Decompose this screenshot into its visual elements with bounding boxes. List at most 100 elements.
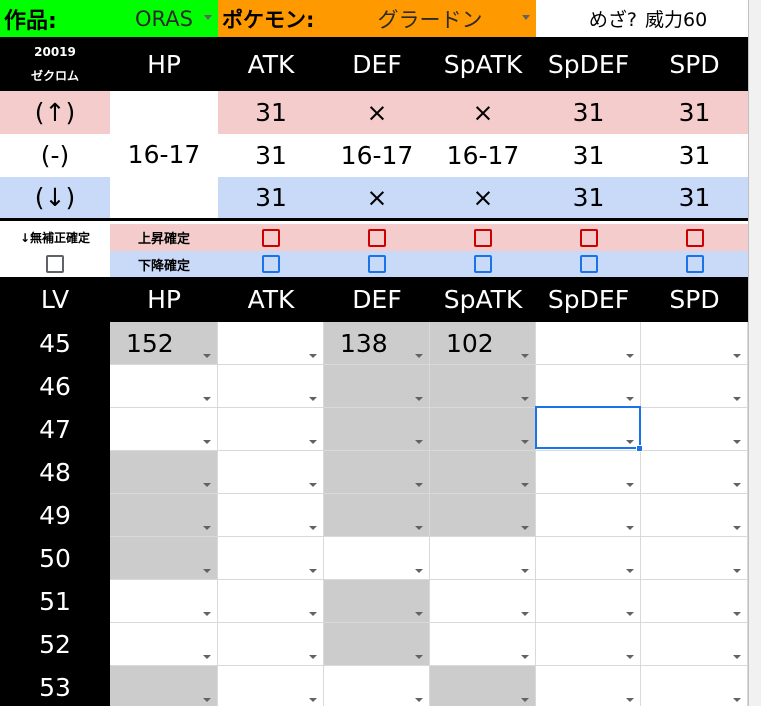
level-atk-dropdown[interactable] xyxy=(218,494,324,537)
level-spdef-dropdown[interactable] xyxy=(536,322,641,365)
level-hp-dropdown[interactable] xyxy=(110,580,218,623)
level-spatk-dropdown[interactable]: 102 xyxy=(430,322,536,365)
level-spd-dropdown[interactable] xyxy=(641,365,748,408)
level-def-dropdown[interactable] xyxy=(324,623,430,666)
level-spatk-dropdown[interactable] xyxy=(430,623,536,666)
up-spdef: 31 xyxy=(536,91,641,134)
down-confirm-def-cell[interactable] xyxy=(324,251,430,277)
up-confirm-def-cell[interactable] xyxy=(324,224,430,251)
level-def-dropdown[interactable]: 138 xyxy=(324,322,430,365)
level-hp-dropdown[interactable] xyxy=(110,623,218,666)
level-spd-dropdown[interactable] xyxy=(641,623,748,666)
level-hp-dropdown[interactable] xyxy=(110,365,218,408)
level-spdef-dropdown[interactable] xyxy=(536,666,641,706)
level-atk-dropdown[interactable] xyxy=(218,580,324,623)
down-confirm-spd-cell[interactable] xyxy=(641,251,748,277)
level-spatk-dropdown[interactable] xyxy=(430,580,536,623)
level-spatk-dropdown[interactable] xyxy=(430,494,536,537)
chevron-down-icon xyxy=(626,698,634,702)
down-confirm-atk-checkbox[interactable] xyxy=(262,255,280,273)
down-spd: 31 xyxy=(641,177,748,218)
up-confirm-spd-cell[interactable] xyxy=(641,224,748,251)
level-hp-dropdown[interactable] xyxy=(110,666,218,706)
level-hp-dropdown[interactable] xyxy=(110,537,218,580)
pokemon-select[interactable]: グラードン xyxy=(324,0,536,37)
level-atk-dropdown[interactable] xyxy=(218,408,324,451)
id-name: ゼクロム xyxy=(30,68,79,83)
level-atk-dropdown[interactable] xyxy=(218,365,324,408)
level-spd-dropdown[interactable] xyxy=(641,537,748,580)
level-spdef-dropdown[interactable] xyxy=(536,451,641,494)
level-atk-dropdown[interactable] xyxy=(218,322,324,365)
chevron-down-icon xyxy=(733,698,741,702)
level-spd-dropdown[interactable] xyxy=(641,666,748,706)
level-spd-dropdown[interactable] xyxy=(641,322,748,365)
lv-header-spd: SPD xyxy=(641,277,748,322)
up-confirm-spd-checkbox[interactable] xyxy=(685,228,704,247)
no-nature-checkbox-cell[interactable] xyxy=(0,251,110,277)
level-atk-dropdown[interactable] xyxy=(218,537,324,580)
level-def-dropdown[interactable] xyxy=(324,365,430,408)
level-spatk-dropdown[interactable] xyxy=(430,408,536,451)
level-def-dropdown[interactable] xyxy=(324,580,430,623)
down-atk: 31 xyxy=(218,177,324,218)
level-label: 46 xyxy=(0,365,110,408)
level-hp-dropdown[interactable]: 152 xyxy=(110,322,218,365)
up-def: × xyxy=(324,91,430,134)
level-spd-dropdown[interactable] xyxy=(641,451,748,494)
down-confirm-def-checkbox[interactable] xyxy=(368,255,386,273)
level-def-dropdown[interactable] xyxy=(324,666,430,706)
down-confirm-spatk-cell[interactable] xyxy=(430,251,536,277)
game-select-value: ORAS xyxy=(135,6,193,31)
level-def-dropdown[interactable] xyxy=(324,451,430,494)
chevron-down-icon xyxy=(733,397,741,401)
level-hp-dropdown[interactable] xyxy=(110,408,218,451)
level-label: 52 xyxy=(0,623,110,666)
level-spdef-dropdown[interactable] xyxy=(536,408,641,451)
no-nature-checkbox[interactable] xyxy=(46,255,64,273)
chevron-down-icon xyxy=(203,569,211,573)
level-def-dropdown[interactable] xyxy=(324,408,430,451)
level-def-dropdown[interactable] xyxy=(324,494,430,537)
neutral-spdef: 31 xyxy=(536,134,641,177)
level-hp-dropdown[interactable] xyxy=(110,451,218,494)
down-confirm-atk-cell[interactable] xyxy=(218,251,324,277)
selection-fill-handle[interactable] xyxy=(636,445,643,452)
chevron-down-icon xyxy=(203,655,211,659)
level-spatk-dropdown[interactable] xyxy=(430,365,536,408)
level-label: 50 xyxy=(0,537,110,580)
chevron-down-icon xyxy=(415,354,423,358)
level-atk-dropdown[interactable] xyxy=(218,666,324,706)
down-confirm-spd-checkbox[interactable] xyxy=(685,255,704,273)
level-atk-dropdown[interactable] xyxy=(218,451,324,494)
level-spatk-dropdown[interactable] xyxy=(430,666,536,706)
level-spd-dropdown[interactable] xyxy=(641,580,748,623)
down-confirm-spatk-checkbox[interactable] xyxy=(474,255,492,273)
level-spdef-dropdown[interactable] xyxy=(536,580,641,623)
up-confirm-atk-cell[interactable] xyxy=(218,224,324,251)
up-confirm-spdef-checkbox[interactable] xyxy=(579,228,598,247)
neutral-spatk: 16-17 xyxy=(430,134,536,177)
up-confirm-atk-checkbox[interactable] xyxy=(262,228,280,247)
up-confirm-spatk-checkbox[interactable] xyxy=(474,228,492,247)
level-spatk-dropdown[interactable] xyxy=(430,451,536,494)
level-def-dropdown[interactable] xyxy=(324,537,430,580)
level-hp-dropdown[interactable] xyxy=(110,494,218,537)
level-spdef-dropdown[interactable] xyxy=(536,537,641,580)
level-atk-dropdown[interactable] xyxy=(218,623,324,666)
level-spdef-dropdown[interactable] xyxy=(536,494,641,537)
up-confirm-def-checkbox[interactable] xyxy=(368,228,386,247)
level-spatk-dropdown[interactable] xyxy=(430,537,536,580)
game-select[interactable]: ORAS xyxy=(110,0,218,37)
chevron-down-icon xyxy=(415,440,423,444)
level-spdef-dropdown[interactable] xyxy=(536,365,641,408)
level-spd-dropdown[interactable] xyxy=(641,408,748,451)
chevron-down-icon xyxy=(203,526,211,530)
up-confirm-spatk-cell[interactable] xyxy=(430,224,536,251)
down-confirm-spdef-cell[interactable] xyxy=(536,251,641,277)
down-confirm-spdef-checkbox[interactable] xyxy=(579,255,598,273)
chevron-down-icon xyxy=(733,526,741,530)
level-spd-dropdown[interactable] xyxy=(641,494,748,537)
up-confirm-spdef-cell[interactable] xyxy=(536,224,641,251)
level-spdef-dropdown[interactable] xyxy=(536,623,641,666)
